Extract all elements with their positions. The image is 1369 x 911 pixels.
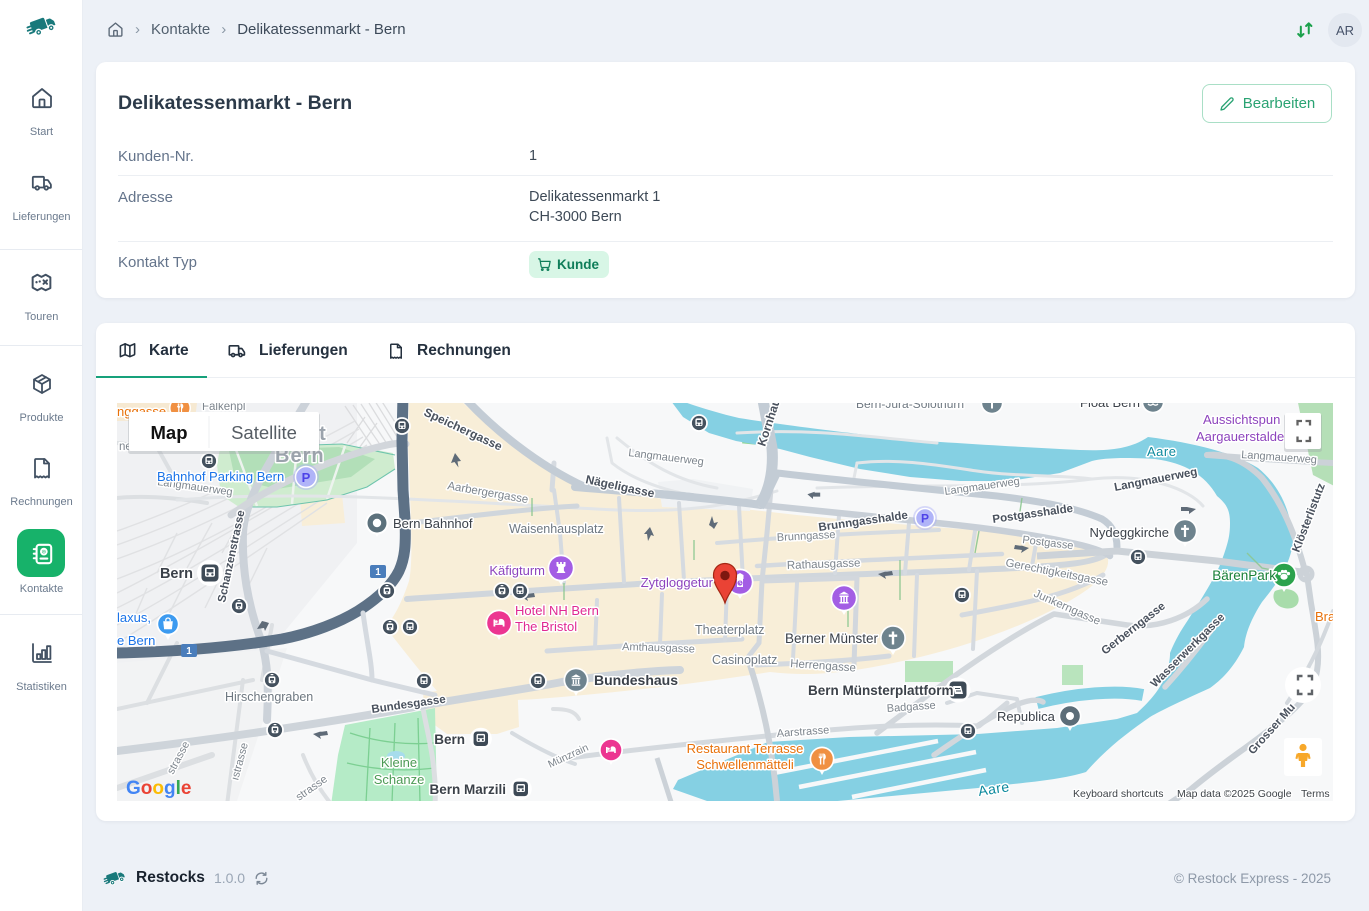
svg-text:Aare: Aare [1147, 444, 1176, 459]
svg-text:Käfigturm: Käfigturm [489, 563, 545, 578]
svg-text:Zytgloggetur: Zytgloggetur [641, 575, 714, 590]
svg-text:1: 1 [375, 567, 381, 578]
svg-text:P: P [302, 470, 311, 485]
svg-text:Restaurant Terrasse: Restaurant Terrasse [687, 741, 804, 756]
svg-text:Nydeggkirche: Nydeggkirche [1090, 525, 1170, 540]
svg-text:1: 1 [186, 646, 192, 657]
svg-text:Aussichtspun: Aussichtspun [1203, 412, 1280, 427]
svg-text:Theaterplatz: Theaterplatz [695, 623, 764, 637]
svg-text:Kleine: Kleine [381, 755, 417, 770]
svg-text:Schwellenmätteli: Schwellenmätteli [696, 757, 794, 772]
svg-text:Bern Bahnhof: Bern Bahnhof [393, 516, 473, 531]
svg-text:Waisenhausplatz: Waisenhausplatz [509, 522, 604, 536]
svg-text:Terms: Terms [1301, 788, 1330, 800]
svg-text:Amthausgasse: Amthausgasse [622, 641, 695, 656]
svg-text:Keyboard shortcuts: Keyboard shortcuts [1073, 788, 1163, 800]
svg-text:laxus,: laxus, [117, 610, 151, 625]
svg-text:Bern Marzili: Bern Marzili [429, 782, 506, 797]
svg-text:Bern: Bern [160, 566, 193, 582]
svg-text:BärenPark: BärenPark [1212, 568, 1276, 583]
svg-text:Satellite: Satellite [231, 422, 297, 443]
svg-text:Schanze: Schanze [374, 772, 425, 787]
svg-text:P: P [921, 512, 929, 526]
svg-text:Google: Google [126, 778, 191, 799]
svg-text:Bundeshaus: Bundeshaus [594, 672, 678, 688]
svg-text:Casinoplatz: Casinoplatz [712, 653, 777, 667]
svg-text:e Bern: e Bern [117, 633, 155, 648]
svg-text:Map: Map [151, 422, 188, 443]
svg-text:Map data ©2025 Google: Map data ©2025 Google [1177, 788, 1292, 800]
svg-text:Bern Münsterplattform: Bern Münsterplattform [808, 683, 954, 698]
svg-text:Rathausgasse: Rathausgasse [787, 557, 861, 572]
svg-text:Bern: Bern [434, 732, 465, 747]
svg-text:Hirschengraben: Hirschengraben [225, 690, 313, 704]
svg-text:Berner Münster: Berner Münster [785, 631, 879, 646]
svg-text:Hotel NH Bern: Hotel NH Bern [515, 603, 599, 618]
svg-text:Republica: Republica [997, 709, 1056, 724]
svg-text:Aargauerstalden: Aargauerstalden [1196, 429, 1291, 444]
svg-text:Bras: Bras [1315, 609, 1333, 624]
svg-text:The Bristol: The Bristol [515, 619, 577, 634]
svg-text:Float Bern: Float Bern [1080, 403, 1140, 410]
svg-text:Falkenpl: Falkenpl [202, 403, 245, 413]
svg-text:Bern-Jura-Solothurn: Bern-Jura-Solothurn [856, 403, 964, 411]
svg-text:Bahnhof Parking Bern: Bahnhof Parking Bern [157, 469, 284, 484]
